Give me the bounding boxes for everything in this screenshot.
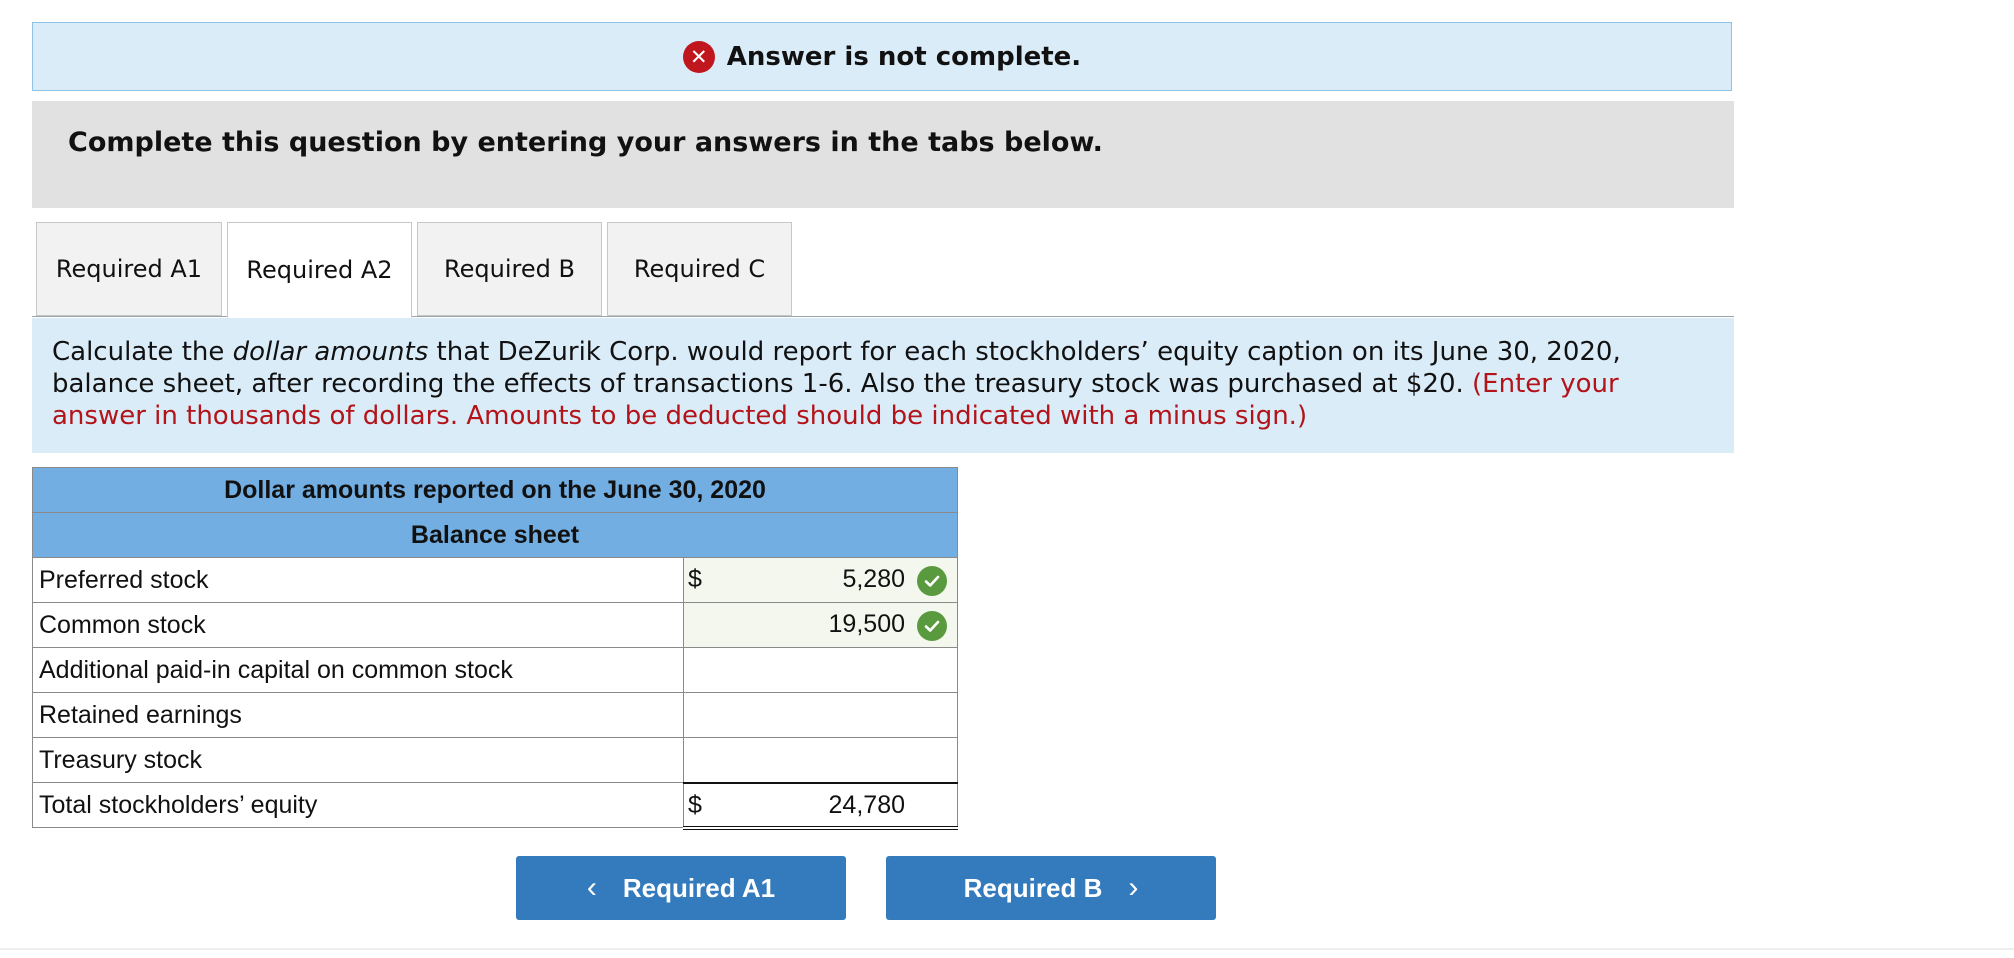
currency-symbol: $ [688,565,702,593]
close-icon: ✕ [682,40,715,73]
next-tab-button[interactable]: Required B › [886,856,1216,920]
amount-input[interactable] [683,647,958,693]
row-label: Common stock [32,602,684,648]
amount-value: 5,280 [842,565,905,593]
tab-label: Required A2 [246,256,393,284]
table-header-title: Dollar amounts reported on the June 30, … [32,467,958,513]
chevron-left-icon: ‹ [586,871,597,904]
tab-label: Required B [444,255,575,283]
answer-status-text: Answer is not complete. [726,41,1082,72]
tab-label: Required A1 [55,255,203,283]
tab-required-a2[interactable]: Required A2 [227,222,412,318]
question-text: Calculate the dollar amounts that DeZuri… [32,318,1734,453]
row-label: Total stockholders’ equity [32,782,684,828]
row-label: Treasury stock [32,737,684,783]
check-icon [917,611,947,641]
table-row: Additional paid-in capital on common sto… [32,647,958,693]
table-row: Retained earnings [32,692,958,738]
prev-tab-button[interactable]: ‹ Required A1 [516,856,846,920]
currency-symbol: $ [688,790,702,819]
tab-label: Required C [633,255,766,283]
prev-button-label: Required A1 [622,872,776,903]
table-row: Preferred stock $ 5,280 [32,557,958,603]
amount-value: 19,500 [828,610,905,638]
total-amount: $ 24,780 [683,781,958,830]
amount-input[interactable] [683,737,958,783]
amount-input[interactable]: 19,500 [683,602,958,648]
tab-required-b[interactable]: Required B [417,222,602,316]
instruction-text: Complete this question by entering your … [68,127,1103,158]
question-part: Calculate the [52,337,233,367]
question-emphasis: dollar amounts [232,337,429,367]
amount-value: 24,780 [828,790,905,819]
table-row: Treasury stock [32,737,958,783]
row-label: Retained earnings [32,692,684,738]
table-row: Common stock 19,500 [32,602,958,648]
table-row: Total stockholders’ equity $ 24,780 [32,781,958,830]
balance-sheet-table: Dollar amounts reported on the June 30, … [32,467,958,830]
next-button-label: Required B [963,872,1103,903]
instruction-box: Complete this question by entering your … [32,101,1734,208]
amount-input[interactable]: $ 5,280 [683,557,958,603]
row-label: Preferred stock [32,557,684,603]
table-header-subtitle: Balance sheet [32,512,958,558]
check-icon [917,566,947,596]
row-label: Additional paid-in capital on common sto… [32,647,684,693]
amount-input[interactable] [683,692,958,738]
page-divider [0,948,2014,950]
answer-status-banner: ✕ Answer is not complete. [32,22,1732,91]
tab-required-c[interactable]: Required C [607,222,792,316]
chevron-right-icon: › [1128,871,1139,904]
tab-required-a1[interactable]: Required A1 [36,222,222,316]
